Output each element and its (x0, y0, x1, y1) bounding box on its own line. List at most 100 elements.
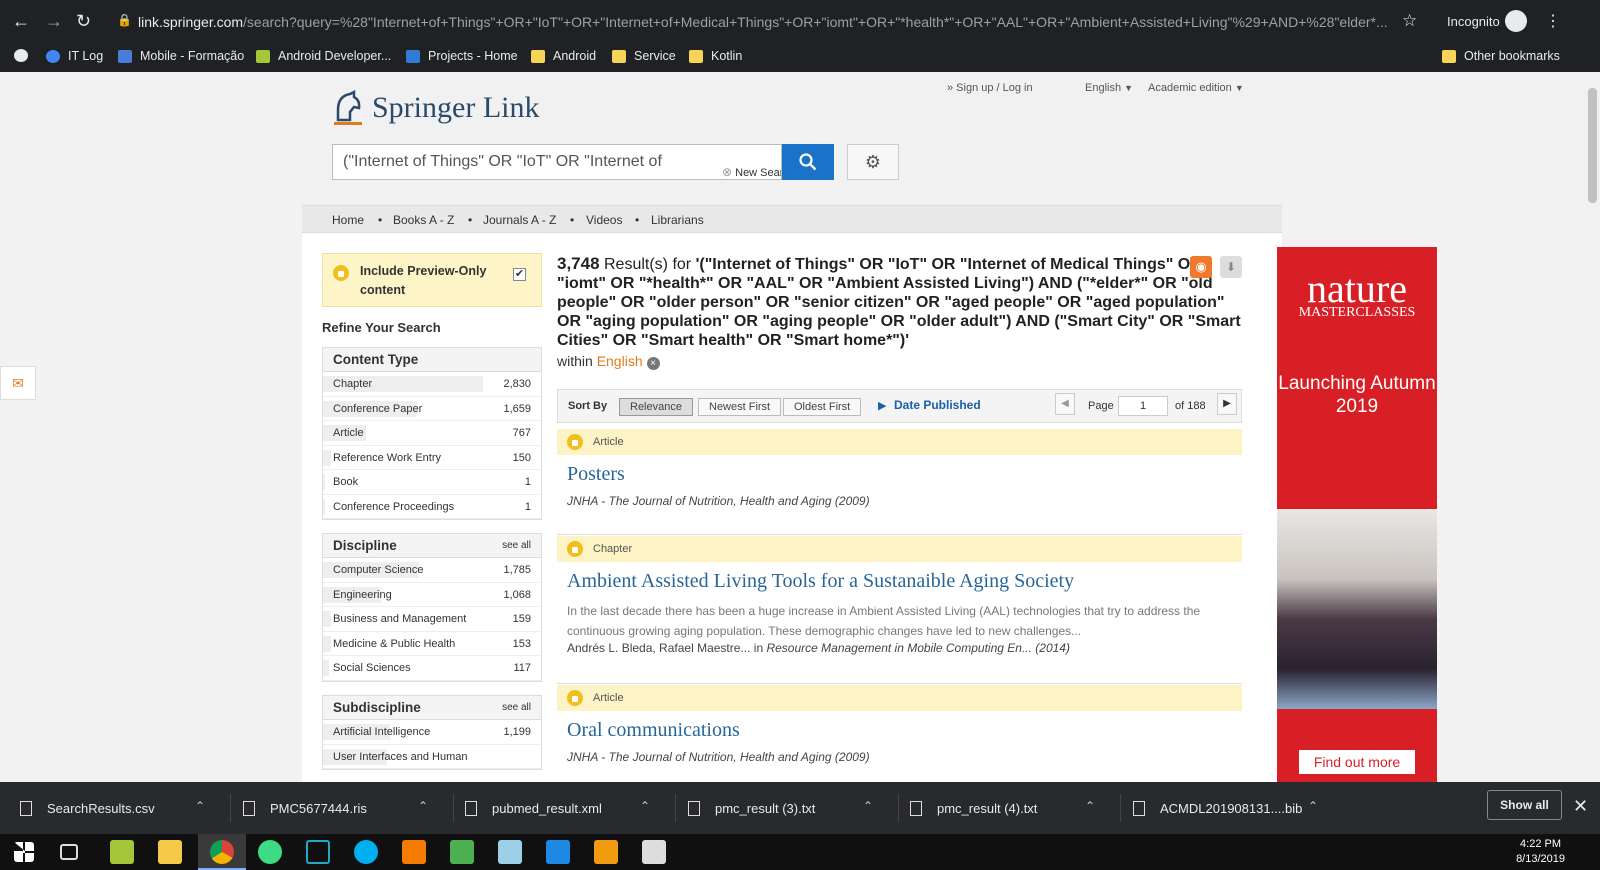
scrollbar-thumb[interactable] (1588, 88, 1597, 203)
facet-row[interactable]: Business and Management 159 (323, 607, 541, 632)
bookmark-android-developer[interactable]: Android Developer... (256, 49, 391, 63)
facet-row[interactable]: Reference Work Entry 150 (323, 446, 541, 470)
facet-row[interactable]: Conference Proceedings 1 (323, 495, 541, 519)
see-all-link[interactable]: see all (502, 696, 531, 720)
ad-cta-button[interactable]: Find out more (1299, 750, 1415, 774)
chevron-up-icon[interactable]: ⌃ (1308, 799, 1318, 813)
settings-gear-icon[interactable]: ⚙ (847, 144, 899, 180)
result-title-link[interactable]: Posters (557, 455, 1242, 486)
facet-label[interactable]: User Interfaces and Human (333, 751, 468, 763)
sort-relevance-button[interactable]: Relevance (619, 398, 693, 416)
springer-logo[interactable]: Springer Link (332, 90, 540, 126)
date-published-toggle[interactable]: Date Published (894, 398, 981, 412)
feedback-mail-icon[interactable]: ✉ (0, 366, 36, 400)
bookmark-it-log[interactable]: IT Log (46, 49, 103, 63)
star-icon[interactable]: ☆ (1402, 11, 1417, 31)
result-journal[interactable]: JNHA - The Journal of Nutrition, Health … (557, 486, 1242, 508)
prev-page-icon[interactable]: ◀ (1055, 393, 1075, 415)
result-title-link[interactable]: Oral communications (557, 711, 1242, 742)
facet-row[interactable]: Book 1 (323, 470, 541, 495)
skype-icon[interactable] (354, 840, 378, 864)
lambda-app-icon[interactable] (110, 840, 134, 864)
facet-label[interactable]: Social Sciences (333, 662, 411, 674)
cube-app-icon[interactable] (594, 840, 618, 864)
rss-icon[interactable]: ◉ (1190, 256, 1212, 278)
edition-select[interactable]: Academic edition ▼ (1148, 82, 1244, 94)
nav-books[interactable]: Books A - Z (393, 213, 454, 227)
incognito-icon[interactable] (1505, 10, 1527, 32)
facet-row[interactable]: Engineering 1,068 (323, 583, 541, 607)
calculator-icon[interactable] (642, 840, 666, 864)
android-studio-icon[interactable] (258, 840, 282, 864)
lock-icon[interactable]: 🔒 (117, 13, 132, 27)
sort-oldest-button[interactable]: Oldest First (783, 398, 862, 416)
facet-row[interactable]: Conference Paper 1,659 (323, 397, 541, 421)
task-view-icon[interactable] (60, 844, 78, 860)
facet-row[interactable]: Artificial Intelligence 1,199 (323, 720, 541, 745)
within-language-link[interactable]: English (597, 353, 643, 369)
download-item[interactable]: PMC5677444.ris ⌃ (243, 782, 458, 834)
new-search-button[interactable]: ⊗ New Search (718, 155, 781, 179)
chevron-up-icon[interactable]: ⌃ (640, 799, 650, 813)
page-number-input[interactable]: 1 (1118, 396, 1168, 416)
nav-librarians[interactable]: Librarians (651, 213, 704, 227)
close-icon[interactable]: ✕ (1573, 796, 1588, 817)
app-icon[interactable] (498, 840, 522, 864)
facet-row[interactable]: Social Sciences 117 (323, 656, 541, 681)
facet-row[interactable]: Computer Science 1,785 (323, 558, 541, 583)
chevron-up-icon[interactable]: ⌃ (863, 799, 873, 813)
preview-only-checkbox[interactable]: ✔ (513, 268, 526, 281)
facet-row[interactable]: Medicine & Public Health 153 (323, 632, 541, 656)
remove-filter-icon[interactable]: × (646, 357, 660, 370)
windows-start-icon[interactable] (14, 842, 34, 862)
facet-label[interactable]: Book (333, 476, 358, 488)
xampp-icon[interactable] (402, 840, 426, 864)
download-item[interactable]: pubmed_result.xml ⌃ (465, 782, 680, 834)
signup-link[interactable]: » Sign up / Log in (947, 82, 1033, 94)
facet-label[interactable]: Reference Work Entry (333, 452, 441, 464)
forward-icon[interactable]: → (45, 12, 63, 30)
facet-label[interactable]: Computer Science (333, 564, 424, 576)
other-bookmarks[interactable]: Other bookmarks (1442, 49, 1560, 63)
download-item[interactable]: ACMDL201908131....bib ⌃ (1133, 782, 1348, 834)
chevron-up-icon[interactable]: ⌃ (195, 799, 205, 813)
facet-row[interactable]: Chapter 2,830 (323, 372, 541, 397)
nav-journals[interactable]: Journals A - Z (483, 213, 556, 227)
result-journal[interactable]: JNHA - The Journal of Nutrition, Health … (557, 742, 1242, 764)
facet-label[interactable]: Conference Paper (333, 403, 422, 415)
facet-row[interactable]: User Interfaces and Human (323, 745, 541, 769)
eclipse-icon[interactable] (306, 840, 330, 864)
download-item[interactable]: pmc_result (3).txt ⌃ (688, 782, 903, 834)
nav-home[interactable]: Home (332, 213, 364, 227)
see-all-link[interactable]: see all (502, 534, 531, 558)
bookmark-projects[interactable]: Projects - Home (406, 49, 518, 63)
vscode-icon[interactable] (546, 840, 570, 864)
show-all-button[interactable]: Show all (1487, 790, 1562, 820)
next-page-icon[interactable]: ▶ (1217, 393, 1237, 415)
result-title-link[interactable]: Ambient Assisted Living Tools for a Sust… (557, 562, 1242, 593)
download-icon[interactable]: ⬇ (1220, 256, 1242, 278)
bookmark-kotlin-folder[interactable]: Kotlin (689, 49, 742, 63)
search-input[interactable]: ("Internet of Things" OR "IoT" OR "Inter… (332, 144, 782, 180)
facet-label[interactable]: Business and Management (333, 613, 466, 625)
reload-icon[interactable]: ↻ (76, 12, 91, 30)
search-button[interactable] (782, 144, 834, 180)
facet-label[interactable]: Article (333, 427, 364, 439)
system-clock[interactable]: 4:22 PM 8/13/2019 (1516, 837, 1565, 867)
facet-label[interactable]: Artificial Intelligence (333, 726, 430, 738)
preview-only-toggle[interactable]: Include Preview-Only content ✔ (322, 253, 542, 307)
page-scrollbar[interactable] (1584, 72, 1600, 782)
file-explorer-icon[interactable] (158, 840, 182, 864)
bookmark-android-folder[interactable]: Android (531, 49, 596, 63)
download-item[interactable]: pmc_result (4).txt ⌃ (910, 782, 1125, 834)
notes-app-icon[interactable] (450, 840, 474, 864)
source-link[interactable]: Resource Management in Mobile Computing … (766, 641, 1070, 655)
authors-link[interactable]: Andrés L. Bleda, Rafael Maestre... (567, 641, 750, 655)
back-icon[interactable]: ← (12, 12, 30, 30)
bookmark-service-folder[interactable]: Service (612, 49, 676, 63)
bookmark-mobile[interactable]: Mobile - Formação (118, 49, 244, 63)
advertisement[interactable]: nature MASTERCLASSES Launching Autumn 20… (1277, 247, 1437, 782)
facet-label[interactable]: Engineering (333, 589, 392, 601)
facet-label[interactable]: Conference Proceedings (333, 501, 454, 513)
download-item[interactable]: SearchResults.csv ⌃ (20, 782, 235, 834)
